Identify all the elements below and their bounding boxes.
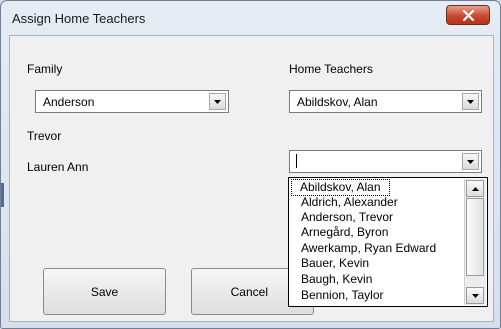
home-teacher-1-dropdown-button[interactable] — [462, 93, 479, 110]
family-member-2: Lauren Ann — [27, 160, 89, 174]
family-label: Family — [27, 62, 63, 76]
list-item[interactable]: Anderson, Trevor — [301, 210, 393, 225]
list-item[interactable]: Arnegård, Byron — [301, 225, 388, 240]
save-button[interactable]: Save — [43, 268, 166, 315]
list-item[interactable]: Bauer, Kevin — [301, 256, 369, 271]
window-edge-accent — [1, 183, 4, 207]
home-teacher-dropdown-list[interactable]: Abildskov, Alan Aldrich, Alexander Ander… — [288, 177, 488, 307]
home-teacher-2-select[interactable] — [289, 150, 482, 173]
chevron-down-icon — [214, 99, 221, 104]
home-teacher-1-select[interactable]: Abildskov, Alan — [289, 90, 482, 113]
close-icon — [462, 9, 474, 21]
list-item[interactable]: Baugh, Kevin — [301, 272, 372, 287]
list-item[interactable]: Bennion, Taylor — [301, 288, 384, 303]
home-teacher-1-value: Abildskov, Alan — [297, 95, 378, 109]
scroll-up-button[interactable] — [466, 180, 484, 197]
scroll-up-arrow-icon — [471, 186, 479, 191]
family-select[interactable]: Anderson — [35, 90, 229, 113]
close-button[interactable] — [446, 5, 490, 25]
vertical-scrollbar[interactable] — [464, 179, 486, 305]
family-select-value: Anderson — [43, 95, 95, 109]
text-cursor — [296, 154, 297, 168]
assign-home-teachers-dialog: Assign Home Teachers Family Home Teacher… — [0, 0, 501, 329]
home-teachers-label: Home Teachers — [289, 62, 373, 76]
list-item[interactable]: Awerkamp, Ryan Edward — [301, 241, 436, 256]
window-title: Assign Home Teachers — [12, 11, 146, 26]
list-item[interactable]: Aldrich, Alexander — [301, 195, 398, 210]
family-dropdown-button[interactable] — [209, 93, 226, 110]
scroll-down-button[interactable] — [466, 287, 484, 304]
scroll-down-arrow-icon — [471, 293, 479, 298]
list-item[interactable]: Abildskov, Alan — [291, 179, 390, 196]
chevron-down-icon — [467, 159, 474, 164]
family-member-1: Trevor — [27, 129, 62, 143]
scrollbar-thumb[interactable] — [466, 198, 484, 276]
title-bar[interactable]: Assign Home Teachers — [1, 1, 500, 35]
chevron-down-icon — [467, 99, 474, 104]
home-teacher-2-dropdown-button[interactable] — [462, 153, 479, 170]
